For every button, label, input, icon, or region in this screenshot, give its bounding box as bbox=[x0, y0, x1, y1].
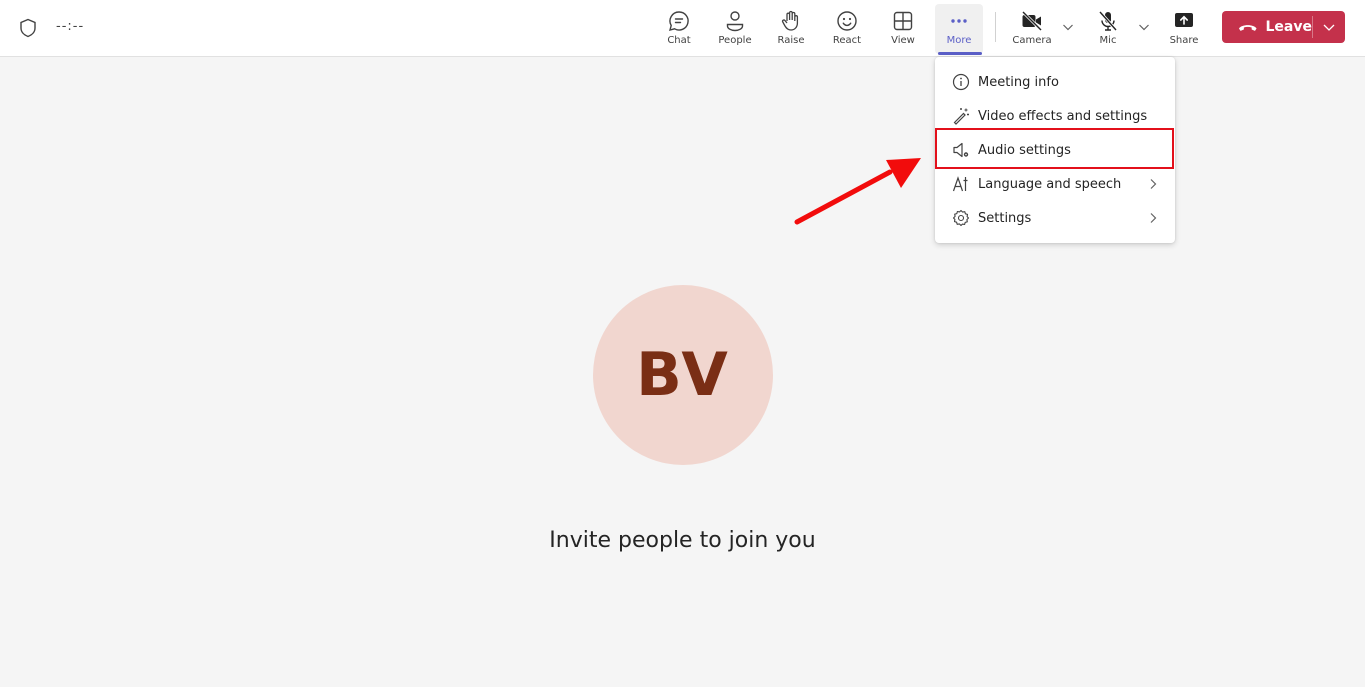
menu-item-settings[interactable]: Settings bbox=[935, 201, 1175, 235]
magic-wand-icon bbox=[953, 108, 969, 125]
more-button[interactable]: More bbox=[935, 4, 983, 54]
menu-item-label: Video effects and settings bbox=[978, 108, 1148, 124]
chevron-right-icon bbox=[1150, 179, 1157, 189]
avatar-initials: BV bbox=[636, 340, 730, 410]
annotation-arrow-icon bbox=[794, 158, 921, 225]
menu-item-label: Language and speech bbox=[978, 176, 1122, 192]
people-icon bbox=[726, 11, 744, 32]
hand-icon bbox=[781, 10, 799, 31]
menu-item-label: Settings bbox=[978, 210, 1032, 226]
menu-item-label: Meeting info bbox=[978, 74, 1059, 90]
share-button[interactable]: Share bbox=[1160, 4, 1208, 54]
chevron-down-icon bbox=[1323, 24, 1335, 31]
hang-up-icon bbox=[1238, 25, 1257, 31]
grid-icon bbox=[893, 11, 913, 31]
menu-item-language-and-speech[interactable]: Language and speech bbox=[935, 167, 1175, 201]
info-icon bbox=[952, 73, 970, 91]
meeting-toolbar: --:-- Chat People Raise React View More … bbox=[0, 0, 1365, 57]
chat-icon bbox=[669, 11, 689, 31]
leave-button-group: Leave bbox=[1222, 11, 1345, 43]
react-label: React bbox=[832, 35, 862, 46]
share-label: Share bbox=[1169, 35, 1199, 46]
chat-label: Chat bbox=[667, 35, 691, 46]
people-button[interactable]: People bbox=[711, 4, 759, 54]
mic-button[interactable]: Mic bbox=[1084, 4, 1132, 54]
raise-hand-button[interactable]: Raise bbox=[767, 4, 815, 54]
people-label: People bbox=[718, 35, 752, 46]
raise-label: Raise bbox=[777, 35, 805, 46]
leave-options-button[interactable] bbox=[1313, 11, 1345, 43]
invite-message: Invite people to join you bbox=[549, 528, 816, 553]
shield-icon[interactable] bbox=[19, 18, 37, 38]
active-tab-indicator bbox=[938, 52, 982, 55]
smiley-icon bbox=[837, 11, 857, 31]
menu-item-label: Audio settings bbox=[978, 142, 1071, 158]
more-menu: Meeting info Video effects and settings … bbox=[935, 57, 1175, 243]
chat-button[interactable]: Chat bbox=[655, 4, 703, 54]
view-button[interactable]: View bbox=[879, 4, 927, 54]
mic-options-chevron-icon[interactable] bbox=[1137, 20, 1151, 34]
chevron-right-icon bbox=[1150, 213, 1157, 223]
menu-item-video-effects[interactable]: Video effects and settings bbox=[935, 99, 1175, 133]
react-button[interactable]: React bbox=[823, 4, 871, 54]
camera-button[interactable]: Camera bbox=[1008, 4, 1056, 54]
meeting-timer: --:-- bbox=[56, 19, 85, 34]
view-label: View bbox=[891, 35, 915, 46]
more-label: More bbox=[946, 35, 972, 46]
gear-icon bbox=[952, 209, 970, 227]
language-icon bbox=[952, 176, 968, 192]
camera-options-chevron-icon[interactable] bbox=[1061, 20, 1075, 34]
mic-off-icon bbox=[1098, 11, 1118, 31]
leave-label: Leave bbox=[1265, 19, 1312, 35]
menu-item-meeting-info[interactable]: Meeting info bbox=[935, 65, 1175, 99]
camera-label: Camera bbox=[1012, 35, 1052, 46]
more-icon bbox=[951, 19, 967, 23]
share-icon bbox=[1175, 13, 1193, 27]
participant-avatar: BV bbox=[593, 285, 773, 465]
mic-label: Mic bbox=[1099, 35, 1117, 46]
menu-item-audio-settings[interactable]: Audio settings bbox=[935, 133, 1175, 167]
toolbar-divider bbox=[995, 12, 996, 42]
leave-button[interactable]: Leave bbox=[1222, 11, 1312, 43]
camera-off-icon bbox=[1021, 10, 1043, 32]
speaker-settings-icon bbox=[953, 142, 969, 158]
